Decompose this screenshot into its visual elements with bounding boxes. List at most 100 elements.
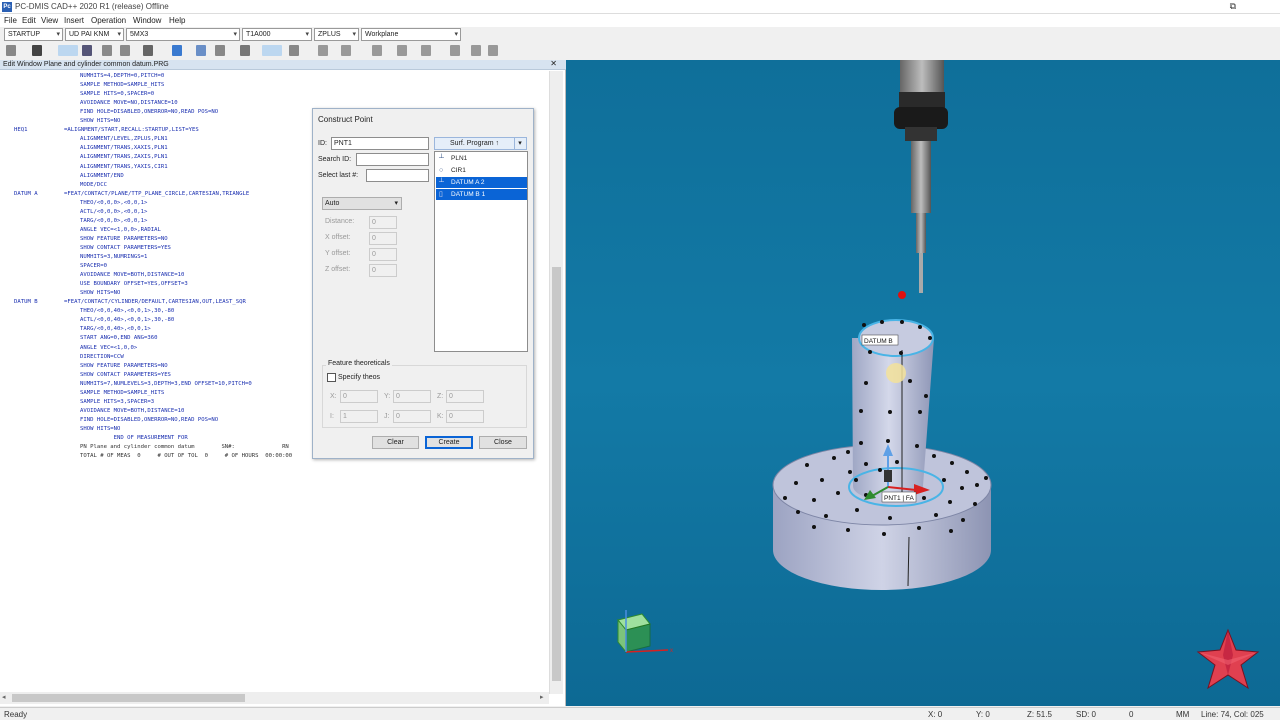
list-item[interactable]: ┴ PLN1 [436, 153, 527, 164]
feature-program-combo[interactable]: Surf. Program ↑ ▾ [434, 137, 527, 150]
code-line[interactable]: ANGLE VEC=<1,0,0> [14, 344, 137, 353]
toolbar-icon[interactable] [102, 45, 112, 56]
code-line[interactable]: SAMPLE HITS=0,SPACER=0 [14, 90, 154, 99]
scroll-right-icon[interactable]: ▸ [540, 693, 544, 701]
code-line[interactable]: SAMPLE METHOD=SAMPLE_HITS [14, 389, 164, 398]
toolbar-icon[interactable] [318, 45, 328, 56]
close-button[interactable]: Close [479, 436, 527, 449]
code-line[interactable]: USE BOUNDARY OFFSET=YES,OFFSET=3 [14, 280, 188, 289]
feature-label-point[interactable]: PNT1 | FA [881, 491, 917, 503]
theo-i-field[interactable]: 1 [340, 410, 378, 423]
toolbar-icon[interactable] [143, 45, 153, 56]
code-line[interactable]: AVOIDANCE MOVE=BOTH,DISTANCE=10 [14, 271, 184, 280]
y-offset-field[interactable]: 0 [369, 248, 397, 261]
toolbar-icon[interactable] [262, 45, 282, 56]
code-line[interactable]: AVOIDANCE MOVE=BOTH,DISTANCE=10 [14, 407, 184, 416]
code-line[interactable]: ANGLE VEC=<1,0,0>,RADIAL [14, 226, 161, 235]
list-item[interactable]: ┴ DATUM A 2 [436, 177, 527, 188]
close-icon[interactable]: ✕ [550, 59, 557, 68]
toolbar-icon[interactable] [488, 45, 498, 56]
code-line[interactable]: ALIGNMENT/TRANS,XAXIS,PLN1 [14, 144, 168, 153]
list-item[interactable]: ○ CIR1 [436, 165, 527, 176]
menu-operation[interactable]: Operation [91, 16, 126, 25]
code-line[interactable]: ACTL/<0,0,0>,<0,0,1> [14, 208, 147, 217]
toolbar-icon[interactable] [172, 45, 182, 56]
probe-file-combo[interactable]: 5MX3 ▾ [126, 28, 240, 41]
code-line[interactable]: DATUM A =FEAT/CONTACT/PLANE/TTP_PLANE_CIR… [14, 190, 249, 199]
toolbar-icon[interactable] [196, 45, 206, 56]
code-line[interactable]: END OF MEASUREMENT FOR [14, 434, 188, 443]
code-line[interactable]: SHOW FEATURE PARAMETERS=NO [14, 362, 168, 371]
search-id-field[interactable] [356, 153, 429, 166]
theo-j-field[interactable]: 0 [393, 410, 431, 423]
select-last-field[interactable] [366, 169, 429, 182]
toolbar-icon[interactable] [471, 45, 481, 56]
code-line[interactable]: SHOW CONTACT PARAMETERS=YES [14, 244, 171, 253]
code-line[interactable]: AVOIDANCE MOVE=NO,DISTANCE=10 [14, 99, 178, 108]
view-compass-icon[interactable] [1196, 628, 1260, 690]
workplane-combo[interactable]: Workplane ▾ [361, 28, 461, 41]
code-line[interactable]: ALIGNMENT/END [14, 172, 124, 181]
toolbar-icon[interactable] [32, 45, 42, 56]
theo-x-field[interactable]: 0 [340, 390, 378, 403]
theo-y-field[interactable]: 0 [393, 390, 431, 403]
code-line[interactable]: SHOW HITS=NO [14, 117, 120, 126]
list-item[interactable]: ▯ DATUM B 1 [436, 189, 527, 200]
id-field[interactable]: PNT1 [331, 137, 429, 150]
feature-label-datum[interactable]: DATUM B [861, 334, 899, 346]
graphics-display[interactable]: DATUM B PNT1 | FA x [566, 60, 1280, 706]
menu-window[interactable]: Window [133, 16, 161, 25]
create-button[interactable]: Create [425, 436, 473, 449]
z-offset-field[interactable]: 0 [369, 264, 397, 277]
toolbar-icon[interactable] [289, 45, 299, 56]
distance-field[interactable]: 0 [369, 216, 397, 229]
menu-file[interactable]: File [4, 16, 17, 25]
alignment-combo[interactable]: STARTUP ▾ [4, 28, 63, 41]
theo-z-field[interactable]: 0 [446, 390, 484, 403]
code-line[interactable]: ACTL/<0,0,40>,<0,0,1>,30,-80 [14, 316, 174, 325]
scrollbar-thumb[interactable] [552, 267, 561, 681]
code-line[interactable]: MODE/DCC [14, 181, 107, 190]
orientation-cube[interactable]: x [617, 610, 673, 654]
probe-combo[interactable]: UD PAI KNM ▾ [65, 28, 124, 41]
toolbar-icon[interactable] [341, 45, 351, 56]
scroll-left-icon[interactable]: ◂ [2, 693, 6, 701]
code-line[interactable]: TARG/<0,0,0>,<0,0,1> [14, 217, 147, 226]
code-line[interactable]: DIRECTION=CCW [14, 353, 124, 362]
clear-button[interactable]: Clear [372, 436, 419, 449]
construction-method-combo[interactable]: Auto ▾ [322, 197, 402, 210]
code-line[interactable]: FIND HOLE=DISABLED,ONERROR=NO,READ POS=N… [14, 108, 218, 117]
code-line[interactable]: SPACER=0 [14, 262, 107, 271]
toolbar-icon[interactable] [240, 45, 250, 56]
cad-model-view[interactable]: DATUM B PNT1 | FA x [566, 60, 1280, 706]
workplane-direction-combo[interactable]: ZPLUS ▾ [314, 28, 359, 41]
code-line[interactable]: DATUM B =FEAT/CONTACT/CYLINDER/DEFAULT,CA… [14, 298, 246, 307]
specify-theos-checkbox[interactable] [327, 373, 336, 382]
code-line[interactable]: NUMHITS=3,NUMRINGS=1 [14, 253, 147, 262]
x-offset-field[interactable]: 0 [369, 232, 397, 245]
scrollbar-thumb[interactable] [12, 694, 245, 702]
code-line[interactable]: THEO/<0,0,40>,<0,0,1>,30,-80 [14, 307, 174, 316]
toolbar-icon[interactable] [450, 45, 460, 56]
toolbar-icon[interactable] [120, 45, 130, 56]
tip-combo[interactable]: T1A000 ▾ [242, 28, 312, 41]
toolbar-icon[interactable] [372, 45, 382, 56]
code-line[interactable]: THEO/<0,0,0>,<0,0,1> [14, 199, 147, 208]
theo-k-field[interactable]: 0 [446, 410, 484, 423]
code-line[interactable]: ALIGNMENT/LEVEL,ZPLUS,PLN1 [14, 135, 168, 144]
code-line[interactable]: START ANG=0,END ANG=360 [14, 334, 157, 343]
toolbar-icon[interactable] [58, 45, 78, 56]
code-line[interactable]: NUMHITS=4,DEPTH=0,PITCH=0 [14, 72, 164, 81]
code-line[interactable]: TARG/<0,0,40>,<0,0,1> [14, 325, 151, 334]
feature-list[interactable]: ┴ PLN1 ○ CIR1 ┴ DATUM A 2 ▯ DATUM B 1 [434, 151, 528, 352]
menu-help[interactable]: Help [169, 16, 185, 25]
code-line[interactable]: SAMPLE HITS=3,SPACER=3 [14, 398, 154, 407]
code-line[interactable]: SHOW CONTACT PARAMETERS=YES [14, 371, 171, 380]
menu-edit[interactable]: Edit [22, 16, 36, 25]
code-line[interactable]: NUMHITS=7,NUMLEVELS=3,DEPTH=3,END OFFSET… [14, 380, 252, 389]
code-line[interactable]: SHOW FEATURE PARAMETERS=NO [14, 235, 168, 244]
code-line[interactable]: HEQ1 =ALIGNMENT/START,RECALL:STARTUP,LIST… [14, 126, 199, 135]
toolbar-icon[interactable] [397, 45, 407, 56]
toolbar-icon[interactable] [82, 45, 92, 56]
horizontal-scrollbar[interactable]: ◂ ▸ [0, 692, 549, 704]
